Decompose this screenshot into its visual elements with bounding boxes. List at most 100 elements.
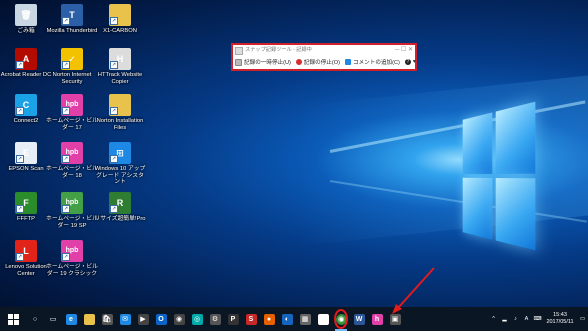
desktop-icon[interactable]: ⊞ ↗ Windows 10 アップグレード アシスタント [94, 142, 146, 186]
app-icon-6[interactable]: ◻ [314, 307, 332, 331]
calculator-glyph-icon: ▦ [299, 313, 311, 325]
desktop-icon[interactable]: T ↗ Mozilla Thunderbird [46, 4, 98, 35]
media-icon[interactable]: ▶ [134, 307, 152, 331]
store-icon[interactable]: 🛍 [98, 307, 116, 331]
app-icon-7-glyph-icon: W [353, 313, 365, 325]
desktop-icon[interactable]: hpb ↗ ホームページ・ビルダー 18 [46, 142, 98, 179]
app-glyph-icon: ◉ [173, 313, 185, 325]
calculator-icon[interactable]: ▦ [296, 307, 314, 331]
task-view-icon[interactable]: ▭ [44, 307, 62, 331]
desktop-icon-image: hpb ↗ [61, 240, 83, 262]
shortcut-arrow-icon: ↗ [62, 61, 70, 69]
firefox-icon[interactable]: ● [260, 307, 278, 331]
app-icon-8[interactable]: ▣ [386, 307, 404, 331]
clock[interactable]: 15:43 2017/05/11 [543, 312, 577, 326]
help-button[interactable]: ? ▾ [404, 59, 416, 65]
search-icon[interactable]: ○ [26, 307, 44, 331]
light-beam [300, 74, 588, 246]
window-titlebar[interactable]: スナップ記録ツール - 記録中 ─ ☐ ✕ [233, 45, 415, 55]
keyboard-icon[interactable]: ⌨ [532, 316, 543, 322]
chevron-down-icon[interactable]: ▾ [413, 59, 416, 65]
desktop-background: 🗑 ごみ箱 A ↗ Acrobat Reader DC C ↗ Connect2 E ↗ EPSON… [0, 0, 588, 307]
windows-start-icon[interactable] [0, 307, 26, 331]
shortcut-arrow-icon: ↗ [62, 205, 70, 213]
task-view-glyph-icon: ▭ [49, 316, 57, 323]
desktop-icon-label: FFFTP [16, 216, 36, 222]
app-icon-6-glyph-icon: ◻ [317, 313, 329, 325]
shortcut-arrow-icon: ↗ [62, 253, 70, 261]
notification-icon[interactable]: ▭ [577, 316, 588, 322]
outlook-icon[interactable]: O [152, 307, 170, 331]
shortcut-arrow-icon: ↗ [110, 205, 118, 213]
desktop-icon-image: ⊞ ↗ [109, 142, 131, 164]
window-controls[interactable]: ─ ☐ ✕ [395, 45, 413, 55]
desktop-icon-label: Windows 10 アップグレード アシスタント [94, 166, 146, 186]
file-explorer-icon[interactable] [80, 307, 98, 331]
desktop-icon[interactable]: L ↗ Lenovo Solution Center [0, 240, 52, 277]
desktop-icon[interactable]: R ↗ リサイズ超簡単!Pro [94, 192, 146, 223]
app-icon-4[interactable]: S [242, 307, 260, 331]
desktop-icon-label: リサイズ超簡単!Pro [94, 216, 146, 222]
shortcut-arrow-icon: ↗ [16, 253, 24, 261]
desktop-icon[interactable]: hpb ↗ ホームページ・ビルダー 19 クラシック [46, 240, 98, 277]
shortcut-arrow-icon: ↗ [16, 205, 24, 213]
app-icon-7[interactable]: W [350, 307, 368, 331]
volume-icon[interactable]: ♪ [510, 316, 521, 322]
network-icon[interactable]: ▂ [499, 316, 510, 322]
stop-recording-button[interactable]: 記録の停止(O) [295, 58, 340, 66]
app-icon-2-glyph-icon: ◎ [191, 313, 203, 325]
chevron-up-icon[interactable]: ^ [488, 316, 499, 322]
app-icon[interactable]: ◉ [170, 307, 188, 331]
desktop-icon-label: Connect2 [13, 118, 39, 124]
windows-logo-wallpaper [462, 101, 536, 251]
toolbar: 記録の一時停止(U) 記録の停止(O) コメントの追加(C) ? ▾ [233, 55, 416, 69]
window-title: スナップ記録ツール - 記録中 [245, 47, 312, 53]
edge-icon[interactable]: e [62, 307, 80, 331]
desktop-icon-image: E ↗ [15, 142, 37, 164]
desktop-icon-label: Mozilla Thunderbird [46, 28, 98, 34]
shortcut-arrow-icon: ↗ [16, 107, 24, 115]
desktop-icon[interactable]: ↗ X1-CARBON [94, 4, 146, 35]
mail-icon[interactable]: ✉ [116, 307, 134, 331]
app-icon-2[interactable]: ◎ [188, 307, 206, 331]
ime-indicator[interactable]: A [521, 316, 532, 322]
desktop-icon[interactable]: H ↗ HTTrack Website Copier [94, 48, 146, 85]
desktop-icon[interactable]: A ↗ Acrobat Reader DC [0, 48, 52, 79]
desktop-icon-image: R ↗ [109, 192, 131, 214]
desktop-icon[interactable]: ✓ ↗ Norton Internet Security [46, 48, 98, 85]
desktop-icon[interactable]: hpb ↗ ホームページ・ビルダー 17 [46, 94, 98, 131]
desktop-icon-image: 🗑 [15, 4, 37, 26]
desktop-icon[interactable]: 🗑 ごみ箱 [0, 4, 52, 35]
desktop-icon-image: A ↗ [15, 48, 37, 70]
shortcut-arrow-icon: ↗ [16, 61, 24, 69]
steps-recorder-window[interactable]: スナップ記録ツール - 記録中 ─ ☐ ✕ 記録の一時停止(U) 記録の停止(O… [231, 43, 417, 71]
desktop-icon-label: EPSON Scan [8, 166, 44, 172]
steps-recorder-taskbar-icon[interactable]: ◉ [332, 307, 350, 331]
desktop-icon-label: ホームページ・ビルダー 19 クラシック [46, 264, 98, 277]
desktop-icon-image: hpb ↗ [61, 94, 83, 116]
shortcut-arrow-icon: ↗ [62, 107, 70, 115]
hpb-taskbar-icon[interactable]: h [368, 307, 386, 331]
desktop-icon-image: ↗ [109, 4, 131, 26]
desktop-icon-label: HTTrack Website Copier [97, 72, 143, 85]
help-icon: ? [404, 59, 411, 65]
desktop-icon-label: ホームページ・ビルダー 17 [46, 118, 98, 131]
clock-time: 15:43 [553, 312, 567, 318]
settings-icon[interactable]: ⚙ [206, 307, 224, 331]
app-icon-5-glyph-icon: ◐ [281, 313, 293, 325]
desktop-icon[interactable]: E ↗ EPSON Scan [0, 142, 52, 173]
add-comment-button[interactable]: コメントの追加(C) [344, 58, 400, 66]
desktop-icon[interactable]: ↗ Norton Installation Files [94, 94, 146, 131]
desktop-icon-label: ごみ箱 [17, 28, 35, 34]
app-icon-3[interactable]: P [224, 307, 242, 331]
desktop-icon[interactable]: C ↗ Connect2 [0, 94, 52, 125]
desktop-icon[interactable]: hpb ↗ ホームページ・ビルダー 19 SP [46, 192, 98, 229]
settings-glyph-icon: ⚙ [209, 313, 221, 325]
desktop-icon-label: Lenovo Solution Center [5, 264, 47, 277]
desktop-icon-image: L ↗ [15, 240, 37, 262]
desktop-icon[interactable]: F ↗ FFFTP [0, 192, 52, 223]
mail-glyph-icon: ✉ [119, 313, 131, 325]
app-icon-5[interactable]: ◐ [278, 307, 296, 331]
media-glyph-icon: ▶ [137, 313, 149, 325]
pause-recording-button[interactable]: 記録の一時停止(U) [235, 58, 291, 66]
